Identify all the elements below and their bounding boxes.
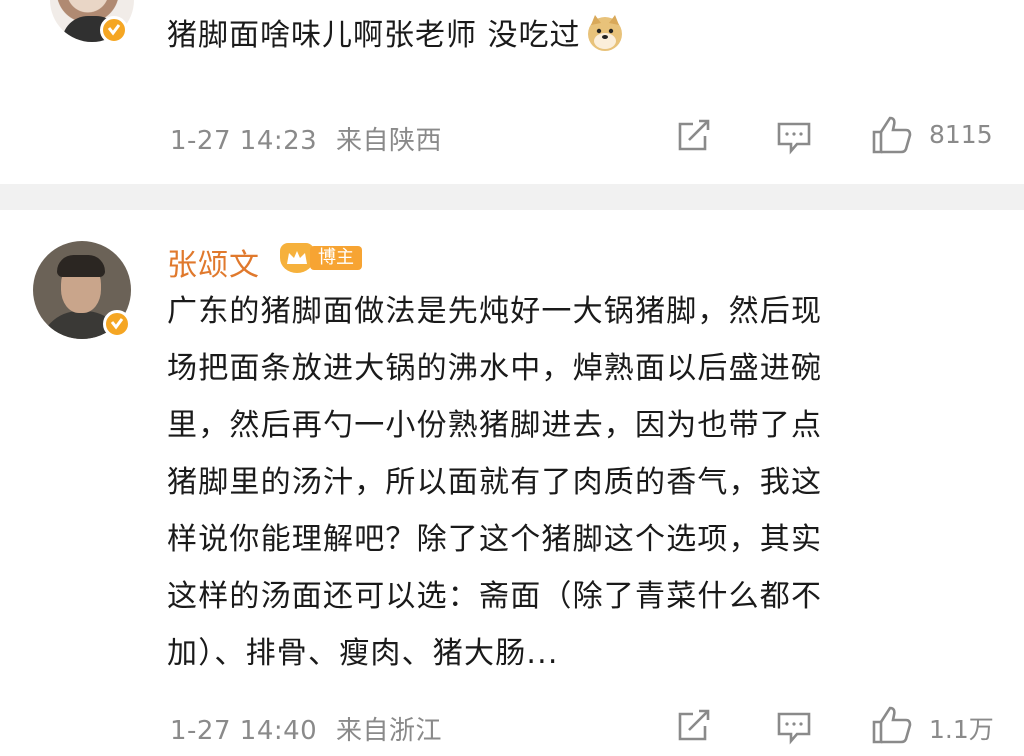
comment-line: 场把面条放进大锅的沸水中，焯熟面以后盛进碗 [167, 351, 823, 386]
comment-line: 里，然后再勺一小份熟猪脚进去，因为也带了点 [167, 408, 823, 443]
like-count: 1.1万 [929, 715, 994, 744]
comment-text: 猪脚面啥味儿啊张老师 没吃过 [167, 13, 625, 66]
comment-line: 样说你能理解吧？除了这个猪脚这个选项，其实 [167, 522, 823, 557]
like-icon[interactable] [870, 704, 914, 746]
comment-meta: 1-27 14:23 来自陕西 [170, 120, 442, 157]
verified-icon [100, 16, 128, 44]
blogger-badge: 博主 [280, 243, 362, 273]
timestamp: 1-27 14:40 [170, 716, 318, 746]
comment-line: 这样的汤面还可以选：斋面（除了青菜什么都不 [167, 579, 823, 614]
author-name[interactable]: 张颂文 [167, 240, 260, 284]
share-icon[interactable] [675, 116, 713, 154]
location: 来自陕西 [335, 126, 442, 156]
doge-emoji [585, 13, 625, 66]
verified-icon [103, 310, 131, 338]
comment-meta: 1-27 14:40 来自浙江 [170, 710, 442, 747]
like-icon[interactable] [870, 114, 914, 156]
timestamp: 1-27 14:23 [170, 126, 318, 156]
comment-body: 广东的猪脚面做法是先炖好一大锅猪脚，然后现 场把面条放进大锅的沸水中，焯熟面以后… [167, 283, 997, 682]
crown-icon [280, 243, 314, 273]
comment-icon[interactable] [775, 118, 813, 156]
blogger-label: 博主 [310, 246, 362, 270]
comment-icon[interactable] [775, 708, 813, 746]
location: 来自浙江 [335, 716, 442, 746]
like-count: 8115 [929, 120, 993, 149]
comment-line: 广东的猪脚面做法是先炖好一大锅猪脚，然后现 [167, 294, 823, 329]
comment-line: 加）、排骨、瘦肉、猪大肠... [167, 636, 559, 671]
section-divider [0, 184, 1024, 210]
share-icon[interactable] [675, 706, 713, 744]
comment-line: 猪脚里的汤汁，所以面就有了肉质的香气，我这 [167, 465, 823, 500]
